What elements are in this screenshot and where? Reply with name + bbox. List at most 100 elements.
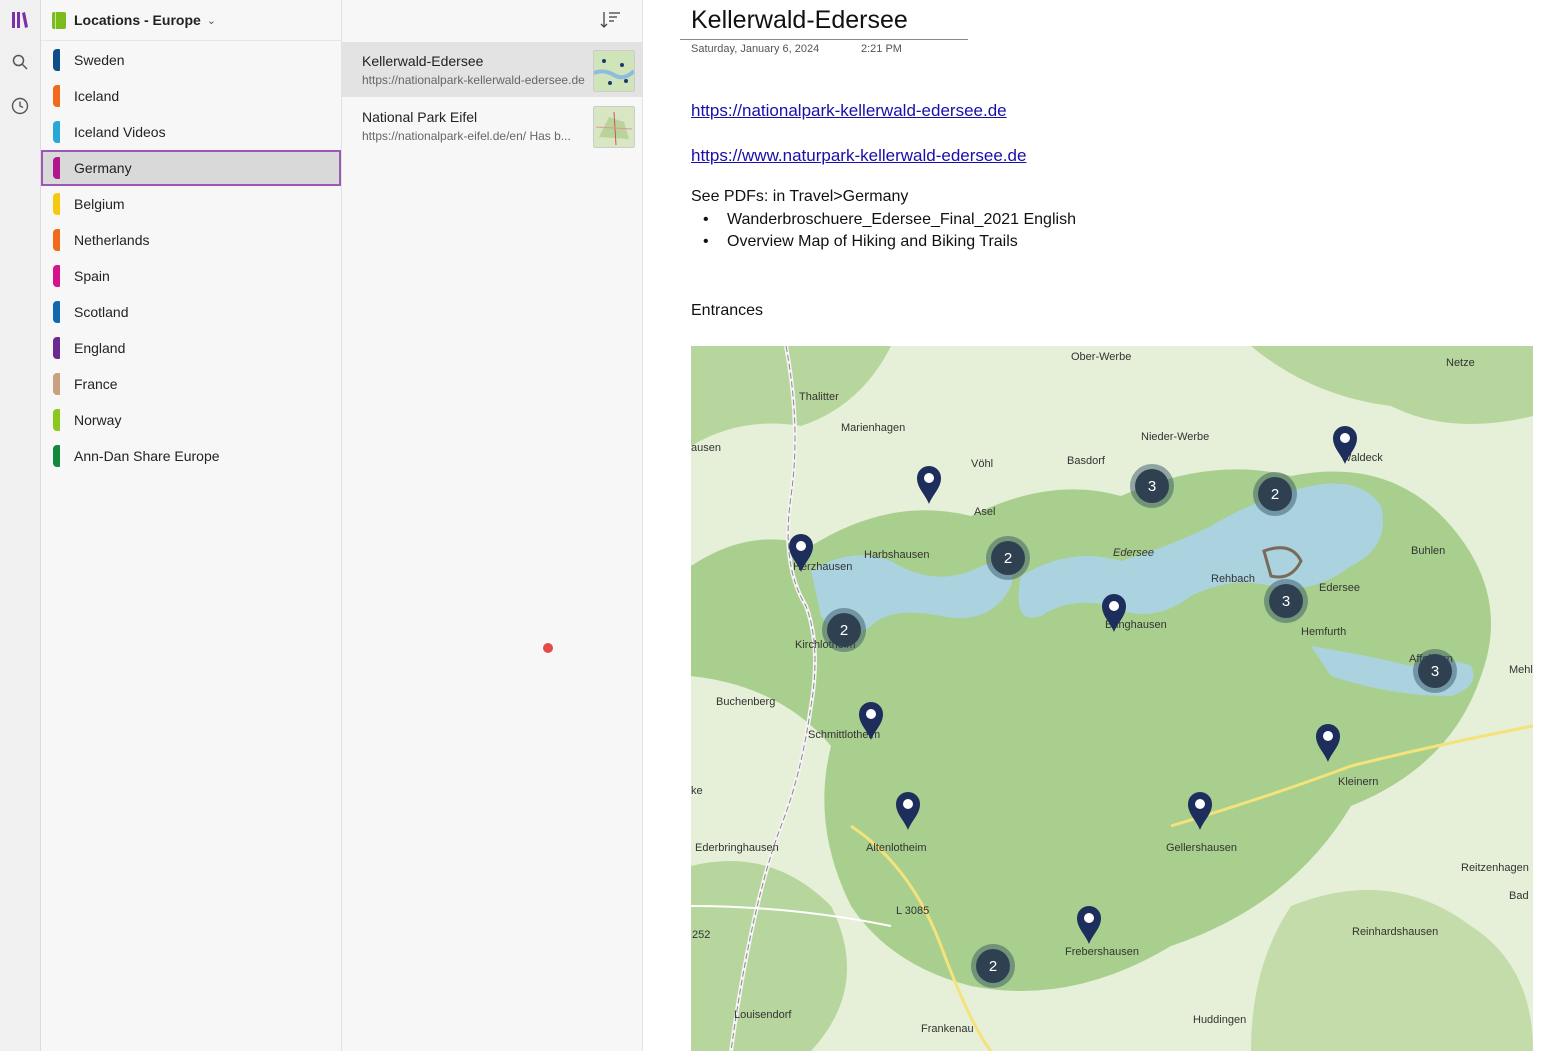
map-place-label: Vöhl	[971, 458, 993, 470]
page-thumbnail	[593, 106, 635, 148]
section-item[interactable]: Ann-Dan Share Europe	[41, 438, 341, 474]
map-place-label: Edersee	[1319, 582, 1360, 594]
section-label: Spain	[74, 268, 110, 284]
map-place-label: Rehbach	[1211, 573, 1255, 585]
section-label: Ann-Dan Share Europe	[74, 448, 220, 464]
pages-header	[342, 0, 642, 40]
bullet-text: Overview Map of Hiking and Biking Trails	[727, 233, 1018, 250]
chevron-down-icon: ⌄	[206, 14, 217, 27]
map-cluster-marker[interactable]: 2	[822, 608, 866, 652]
map-place-label: Netze	[1446, 357, 1475, 369]
map-place-label: Louisendorf	[734, 1009, 792, 1021]
map-place-label: ke	[691, 785, 703, 797]
section-list: Sweden Iceland Iceland Videos Germany Belgiu…	[41, 42, 341, 474]
cluster-count: 2	[840, 622, 848, 639]
section-color-tab	[53, 337, 60, 359]
page-item-kellerwald[interactable]: Kellerwald-Edersee https://nationalpark-…	[342, 42, 642, 97]
section-item[interactable]: Belgium	[41, 186, 341, 222]
pages-pane: Kellerwald-Edersee https://nationalpark-…	[342, 0, 643, 1051]
section-item[interactable]: France	[41, 366, 341, 402]
map-place-label: Basdorf	[1067, 455, 1106, 467]
page-snippet: https://nationalpark-kellerwald-edersee.…	[362, 73, 585, 87]
entrances-heading: Entrances	[691, 302, 764, 319]
map-place-label: ausen	[691, 442, 721, 454]
recent-clock-icon[interactable]	[8, 94, 32, 118]
page-item-eifel[interactable]: National Park Eifel https://nationalpark…	[342, 98, 642, 153]
map-cluster-marker[interactable]: 2	[1253, 472, 1297, 516]
notebooks-icon[interactable]	[8, 8, 32, 32]
map-place-label: 252	[692, 929, 710, 941]
map-place-label: Asel	[974, 506, 995, 518]
section-item[interactable]: Germany	[41, 150, 341, 186]
section-item[interactable]: Norway	[41, 402, 341, 438]
map-cluster-marker[interactable]: 3	[1130, 464, 1174, 508]
map-cluster-marker[interactable]: 3	[1264, 579, 1308, 623]
link-nationalpark[interactable]: https://nationalpark-kellerwald-edersee.…	[691, 101, 1007, 121]
cluster-count: 2	[1271, 486, 1279, 503]
section-item[interactable]: Scotland	[41, 294, 341, 330]
map-place-label: Ederbringhausen	[695, 842, 779, 854]
section-color-tab	[53, 49, 60, 71]
map-cluster-marker[interactable]: 3	[1413, 649, 1457, 693]
map-place-label: Altenlotheim	[866, 842, 927, 854]
map-place-label: Mehlen	[1509, 664, 1533, 676]
section-label: Norway	[74, 412, 122, 428]
section-color-tab	[53, 265, 60, 287]
section-item[interactable]: Iceland Videos	[41, 114, 341, 150]
bullet-text: Wanderbroschuere_Edersee_Final_2021 Engl…	[727, 211, 1076, 228]
section-color-tab	[53, 121, 60, 143]
map-place-label: Harbshausen	[864, 549, 929, 561]
section-color-tab	[53, 85, 60, 107]
page-title: Kellerwald-Edersee	[362, 53, 484, 69]
section-item[interactable]: England	[41, 330, 341, 366]
section-label: Scotland	[74, 304, 129, 320]
app-rail	[0, 0, 41, 1051]
section-label: Netherlands	[74, 232, 150, 248]
map-place-label: Gellershausen	[1166, 842, 1237, 854]
page-date: Saturday, January 6, 2024	[691, 43, 820, 55]
section-label: England	[74, 340, 126, 356]
map-place-label: Marienhagen	[841, 422, 905, 434]
page-title: National Park Eifel	[362, 109, 478, 125]
entrances-map[interactable]: Ober-Werbe Netze Thalitter Marienhagen Niede…	[691, 346, 1533, 1051]
notebook-switcher[interactable]: Locations - Europe ⌄	[41, 0, 341, 41]
bullet-item: • Wanderbroschuere_Edersee_Final_2021 Eng…	[703, 211, 1076, 228]
map-place-label: Buhlen	[1411, 545, 1445, 557]
map-cluster-marker[interactable]: 2	[986, 536, 1030, 580]
section-color-tab	[53, 193, 60, 215]
section-label: Iceland	[74, 88, 120, 104]
page-canvas: Kellerwald-Edersee Saturday, January 6, …	[643, 0, 1556, 1051]
search-icon[interactable]	[8, 50, 32, 74]
map-place-label: Buchenberg	[716, 696, 775, 708]
map-place-label: Huddingen	[1193, 1014, 1246, 1026]
map-place-label: Hemfurth	[1301, 626, 1346, 638]
map-place-label: Frebershausen	[1065, 946, 1139, 958]
bullet-item: • Overview Map of Hiking and Biking Trail…	[703, 233, 1018, 250]
map-place-label: L 3085	[896, 905, 929, 917]
section-item[interactable]: Spain	[41, 258, 341, 294]
map-place-label: Nieder-Werbe	[1141, 431, 1209, 443]
page-title[interactable]: Kellerwald-Edersee	[691, 6, 908, 35]
title-underline	[680, 39, 968, 40]
map-place-label: Kleinern	[1338, 776, 1378, 788]
cluster-count: 2	[989, 958, 997, 975]
cluster-count: 3	[1148, 478, 1156, 495]
section-color-tab	[53, 373, 60, 395]
section-color-tab	[53, 301, 60, 323]
map-cluster-marker[interactable]: 2	[971, 944, 1015, 988]
link-naturpark[interactable]: https://www.naturpark-kellerwald-edersee…	[691, 146, 1026, 166]
sections-pane: Locations - Europe ⌄ Sweden Iceland Icelan…	[41, 0, 342, 1051]
page-thumbnail	[593, 50, 635, 92]
section-label: Belgium	[74, 196, 125, 212]
section-color-tab	[53, 409, 60, 431]
section-item[interactable]: Sweden	[41, 42, 341, 78]
map-place-label: Edersee	[1113, 547, 1154, 559]
section-item[interactable]: Iceland	[41, 78, 341, 114]
page-time: 2:21 PM	[861, 43, 902, 55]
sort-icon[interactable]	[600, 10, 622, 30]
section-color-tab	[53, 157, 60, 179]
section-item[interactable]: Netherlands	[41, 222, 341, 258]
notebook-icon	[52, 11, 66, 29]
section-color-tab	[53, 445, 60, 467]
section-color-tab	[53, 229, 60, 251]
